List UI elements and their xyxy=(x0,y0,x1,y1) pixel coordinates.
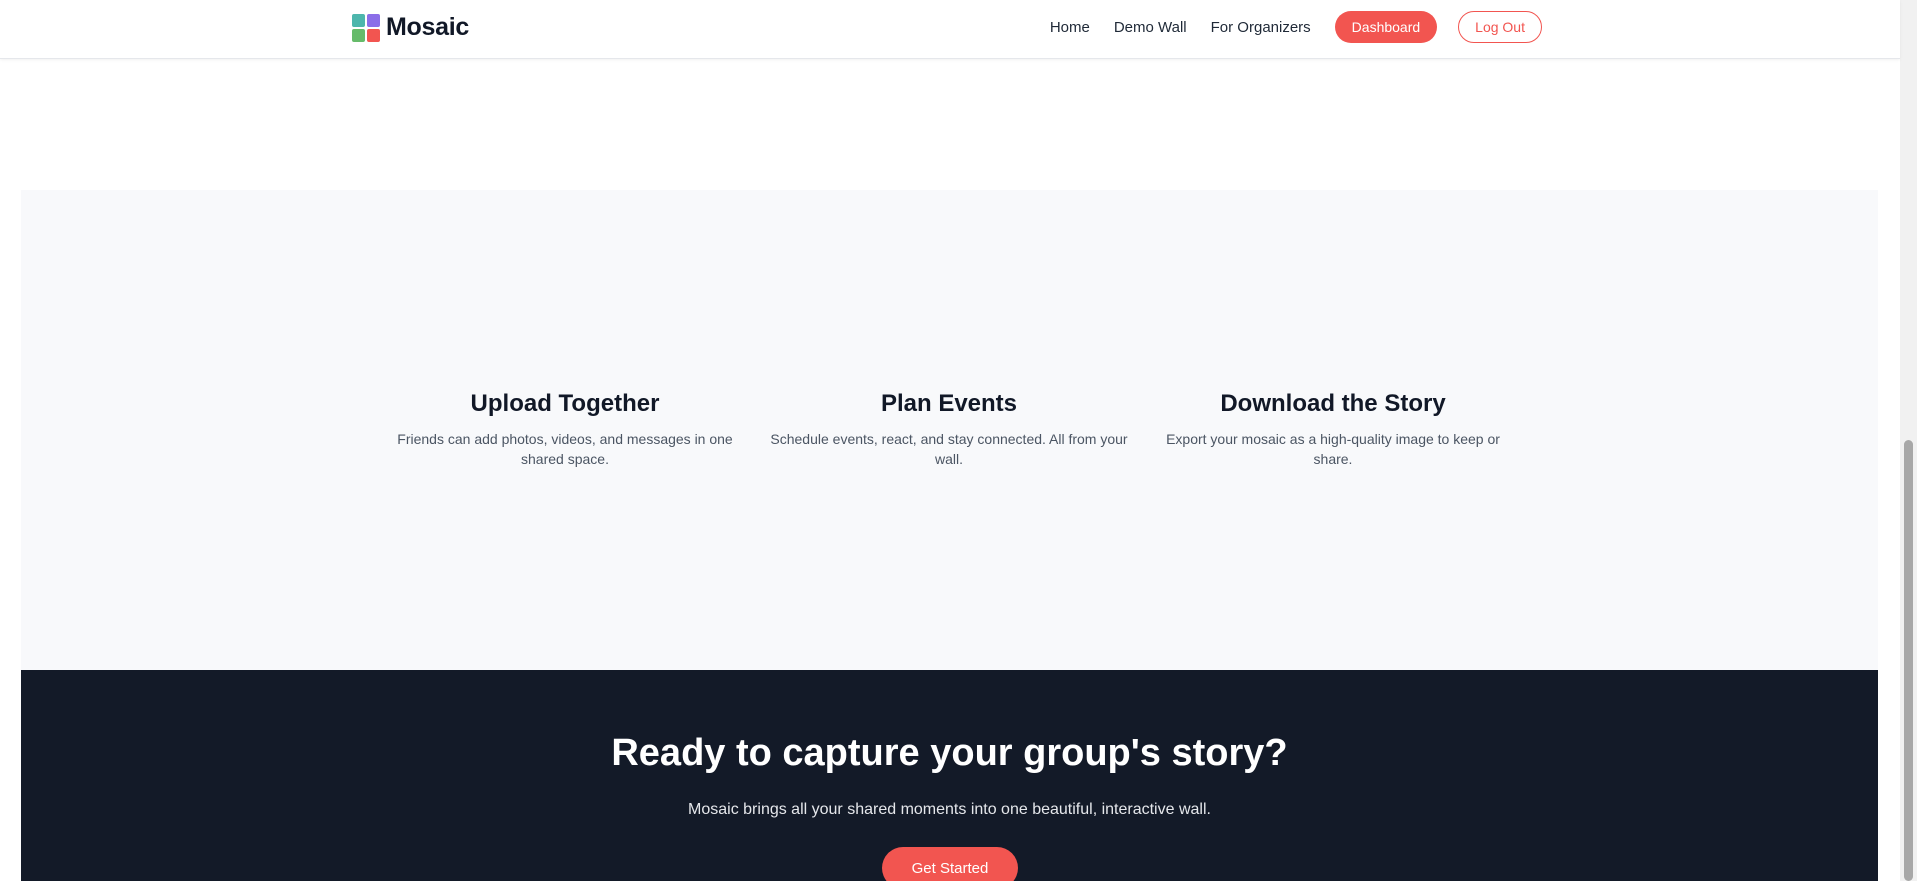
feature-upload-together: Upload Together Friends can add photos, … xyxy=(385,390,745,469)
log-out-button[interactable]: Log Out xyxy=(1458,11,1542,43)
feature-title: Plan Events xyxy=(880,390,1018,417)
mosaic-logo-icon xyxy=(352,13,380,42)
nav-demo-wall-link[interactable]: Demo Wall xyxy=(1114,19,1187,36)
feature-title: Upload Together xyxy=(470,390,660,417)
feature-description: Schedule events, react, and stay connect… xyxy=(770,431,1128,467)
page: Mosaic Home Demo Wall For Organizers Das… xyxy=(0,0,1917,881)
site-header: Mosaic Home Demo Wall For Organizers Das… xyxy=(0,0,1900,59)
nav-for-organizers-link[interactable]: For Organizers xyxy=(1211,19,1311,36)
feature-title: Download the Story xyxy=(1220,390,1446,417)
logo-tile-purple xyxy=(367,13,380,27)
cta-section: Ready to capture your group's story? Mos… xyxy=(21,670,1878,881)
logo-tile-teal xyxy=(352,13,365,27)
feature-description: Export your mosaic as a high-quality ima… xyxy=(1166,431,1500,467)
scrollbar-thumb[interactable] xyxy=(1904,440,1913,881)
feature-plan-events: Plan Events Schedule events, react, and … xyxy=(769,390,1129,469)
logo-text: Mosaic xyxy=(386,13,469,41)
get-started-button[interactable]: Get Started xyxy=(882,847,1018,881)
dashboard-button[interactable]: Dashboard xyxy=(1334,11,1438,43)
feature-download-story: Download the Story Export your mosaic as… xyxy=(1153,390,1513,469)
cta-title: Ready to capture your group's story? xyxy=(611,732,1288,774)
logo-tile-red xyxy=(367,28,380,42)
feature-description: Friends can add photos, videos, and mess… xyxy=(397,431,733,467)
cta-subtitle: Mosaic brings all your shared moments in… xyxy=(688,801,1211,818)
nav-home-link[interactable]: Home xyxy=(1050,19,1090,36)
features-section: Upload Together Friends can add photos, … xyxy=(21,190,1878,670)
page-scrollbar[interactable] xyxy=(1900,0,1917,881)
main-nav: Home Demo Wall For Organizers Dashboard … xyxy=(1050,11,1542,43)
logo[interactable]: Mosaic xyxy=(352,13,469,42)
logo-tile-green xyxy=(352,28,365,42)
